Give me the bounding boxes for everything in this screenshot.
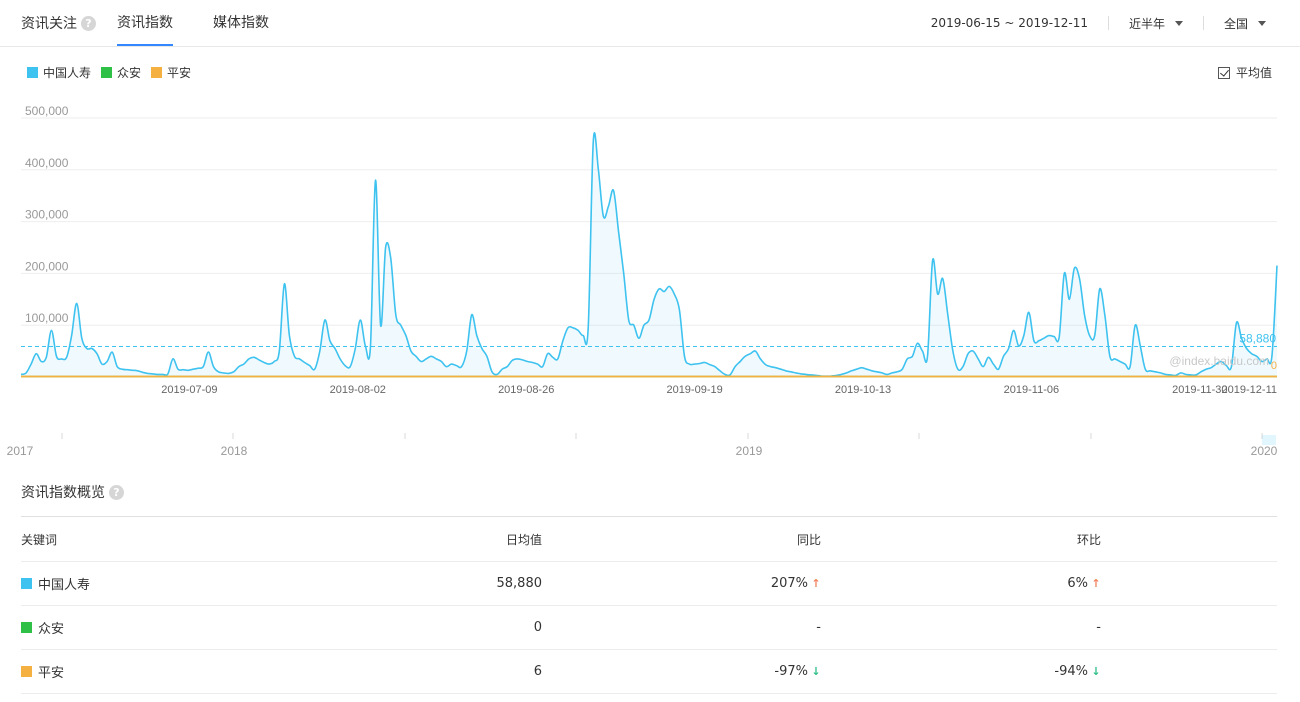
divider [1202,16,1204,30]
watermark: @index.baidu.com [1169,354,1269,368]
arrow-down-icon: ↓ [1091,665,1101,678]
date-range-display[interactable]: 2019-06-15 ~ 2019-12-11 [931,16,1088,30]
legend-label: 中国人寿 [43,66,92,80]
legend-label: 众安 [117,66,142,80]
help-icon[interactable]: ? [81,15,96,31]
x-tick-label: 2019-10-13 [835,384,891,396]
mom-cell: 6% ↑ [901,562,1101,605]
x-tick-label: 2019-11-30 [1172,384,1227,396]
tab-media-index[interactable]: 媒体指数 [213,0,269,46]
y-tick-label: 200,000 [25,259,69,273]
x-tick-label: 2019-12-11 [1222,384,1277,396]
y-tick-label: 500,000 [25,104,69,118]
keyword-cell: 中国人寿 [21,562,90,605]
header-title-group: 资讯关注 ? [21,0,96,46]
arrow-up-icon: ↑ [811,577,821,590]
x-tick-label: 2019-11-06 [1004,384,1059,396]
legend-label: 平安 [167,66,192,80]
chart-legend: 中国人寿 众安 平安 [27,64,201,81]
header-filters: 2019-06-15 ~ 2019-12-11 近半年 全国 [931,0,1300,46]
y-tick-label: 300,000 [25,208,69,222]
y-tick-label: 400,000 [25,156,69,170]
daily-avg-cell: 0 [533,620,542,635]
mom-cell: - [901,606,1101,649]
legend-item-china-life[interactable]: 中国人寿 [27,64,91,81]
arrow-down-icon: ↓ [811,665,821,678]
column-header-yoy: 同比 [796,532,821,547]
period-dropdown-label: 近半年 [1128,16,1165,31]
keyword-label: 众安 [38,622,65,637]
yoy-cell: -97% ↓ [621,650,821,693]
trend-chart[interactable]: 100,000 200,000 300,000 400,000 500,000 2019-… [0,95,1300,405]
y-tick-label: 100,000 [25,311,69,325]
legend-item-zhongan[interactable]: 众安 [101,64,141,81]
checkbox-checked-icon[interactable] [1217,66,1230,79]
yoy-cell: 207% ↑ [621,562,821,605]
yoy-value: - [816,620,821,635]
keyword-cell: 众安 [21,606,64,649]
average-label-china-life: 58,880 [1239,332,1276,346]
divider [1107,16,1109,30]
timeline-year-label: 2017 [7,444,34,458]
column-header-keyword: 关键词 [21,532,58,547]
average-toggle-label: 平均值 [1235,66,1272,80]
overview-table: 关键词 日均值 同比 环比 中国人寿 58,880 207% ↑ 6% ↑ 众安… [21,516,1277,694]
average-toggle[interactable]: 平均值 [1217,64,1272,81]
average-label-pingan: 0 [1271,360,1277,372]
help-icon[interactable]: ? [109,484,124,500]
table-row: 中国人寿 58,880 207% ↑ 6% ↑ [21,562,1277,606]
table-row: 平安 6 -97% ↓ -94% ↓ [21,650,1277,694]
column-header-mom: 环比 [1076,532,1101,547]
legend-swatch [151,67,163,78]
region-dropdown-label: 全国 [1223,16,1248,31]
timeline-year-label: 2018 [221,444,248,458]
daily-avg-cell: 58,880 [496,576,543,591]
period-dropdown[interactable]: 近半年 [1129,15,1183,32]
x-tick-label: 2019-07-09 [161,384,217,396]
timeline-selection [1262,435,1276,445]
keyword-swatch [21,666,32,677]
legend-item-pingan[interactable]: 平安 [151,64,191,81]
keyword-swatch [21,622,32,633]
mom-cell: -94% ↓ [901,650,1101,693]
header-bar: 资讯关注 ? 资讯指数 媒体指数 2019-06-15 ~ 2019-12-11… [0,0,1300,47]
x-tick-label: 2019-08-26 [498,384,554,396]
yoy-value: 207% [770,576,808,591]
mom-value: - [1096,620,1101,635]
legend-swatch [101,67,113,78]
yoy-cell: - [621,606,821,649]
chevron-down-icon [1258,20,1266,26]
timeline-year-label: 2020 [1251,444,1278,458]
x-tick-label: 2019-08-02 [330,384,386,396]
mom-value: 6% [1067,576,1088,591]
overview-title-text: 资讯指数概览 [21,485,105,501]
chevron-down-icon [1174,20,1183,26]
table-row: 众安 0 - - [21,606,1277,650]
region-dropdown[interactable]: 全国 [1224,15,1266,32]
page-title: 资讯关注 [21,16,77,32]
x-tick-label: 2019-09-19 [666,384,722,396]
mom-value: -94% [1054,664,1088,679]
timeline-navigator[interactable]: 2017 2018 2019 2020 [0,425,1300,465]
tab-news-index[interactable]: 资讯指数 [117,0,173,46]
keyword-swatch [21,578,32,589]
arrow-up-icon: ↑ [1091,577,1101,590]
legend-swatch [27,67,38,78]
yoy-value: -97% [774,664,808,679]
column-header-daily-avg: 日均值 [505,532,542,547]
keyword-cell: 平安 [21,650,64,693]
keyword-label: 平安 [38,666,65,681]
overview-title: 资讯指数概览 ? [21,482,124,502]
daily-avg-cell: 6 [533,664,542,679]
timeline-year-label: 2019 [736,444,763,458]
table-header-row: 关键词 日均值 同比 环比 [21,517,1277,562]
keyword-label: 中国人寿 [38,578,91,593]
